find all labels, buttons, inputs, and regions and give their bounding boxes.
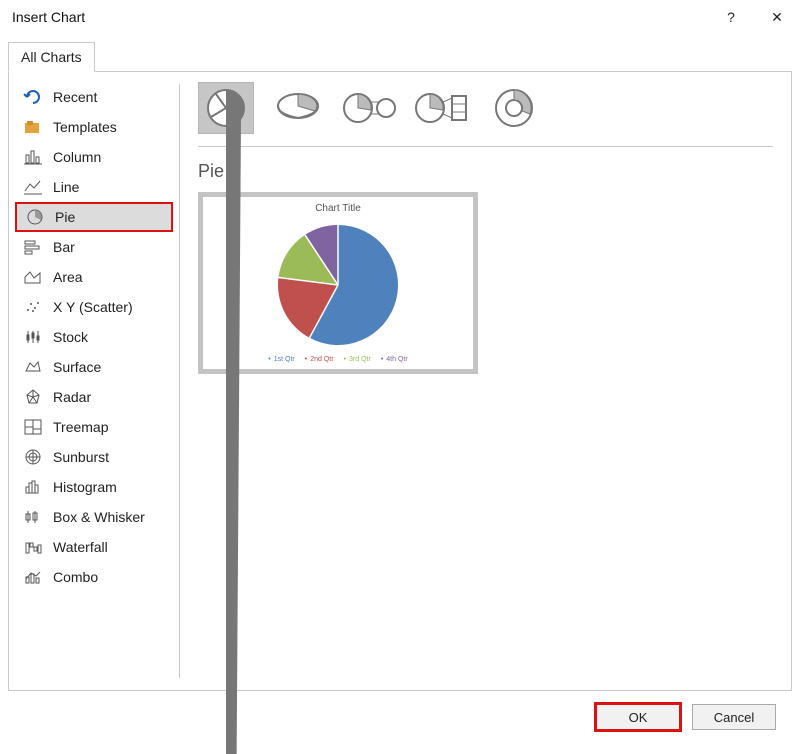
legend-item: 1st Qtr	[268, 356, 294, 363]
sidebar-item-column[interactable]: Column	[9, 142, 179, 172]
sidebar-item-label: Stock	[53, 329, 88, 345]
sidebar-item-label: Bar	[53, 239, 75, 255]
chart-preview-legend: 1st Qtr 2nd Qtr 3rd Qtr 4th Qtr	[268, 356, 407, 363]
subtype-pie[interactable]	[198, 82, 254, 134]
sidebar-item-label: Waterfall	[53, 539, 108, 555]
surface-icon	[23, 359, 43, 375]
subtype-3d-pie[interactable]	[270, 82, 326, 134]
window-title: Insert Chart	[12, 9, 85, 25]
sidebar-item-label: Combo	[53, 569, 98, 585]
pie-icon	[25, 208, 45, 226]
sidebar-item-histogram[interactable]: Histogram	[9, 472, 179, 502]
boxwhisker-icon	[23, 509, 43, 525]
sidebar-item-label: Column	[53, 149, 101, 165]
legend-item: 3rd Qtr	[344, 356, 371, 363]
chart-category-sidebar: Recent Templates Column Line Pie	[9, 72, 179, 690]
radar-icon	[23, 388, 43, 406]
bar-icon	[23, 239, 43, 255]
sidebar-item-label: Recent	[53, 89, 97, 105]
titlebar: Insert Chart ? ✕	[0, 0, 800, 34]
cancel-button[interactable]: Cancel	[692, 704, 776, 730]
subtype-doughnut[interactable]	[486, 82, 542, 134]
sidebar-item-waterfall[interactable]: Waterfall	[9, 532, 179, 562]
sunburst-icon	[23, 448, 43, 466]
tab-strip: All Charts	[0, 34, 800, 72]
sidebar-item-scatter[interactable]: X Y (Scatter)	[9, 292, 179, 322]
dialog-footer: OK Cancel	[0, 691, 800, 743]
sidebar-item-label: Line	[53, 179, 79, 195]
sidebar-item-bar[interactable]: Bar	[9, 232, 179, 262]
recent-icon	[23, 88, 43, 106]
tab-all-charts[interactable]: All Charts	[8, 42, 95, 72]
sidebar-item-stock[interactable]: Stock	[9, 322, 179, 352]
sidebar-item-label: Sunburst	[53, 449, 109, 465]
legend-item: 4th Qtr	[381, 356, 408, 363]
combo-icon	[23, 569, 43, 585]
sidebar-item-pie[interactable]: Pie	[15, 202, 173, 232]
area-icon	[23, 269, 43, 285]
sidebar-item-line[interactable]: Line	[9, 172, 179, 202]
close-button[interactable]: ✕	[754, 0, 800, 34]
sidebar-item-label: Area	[53, 269, 83, 285]
treemap-icon	[23, 419, 43, 435]
sidebar-item-area[interactable]: Area	[9, 262, 179, 292]
sidebar-item-templates[interactable]: Templates	[9, 112, 179, 142]
chart-subtype-row	[198, 82, 773, 147]
tab-body: Recent Templates Column Line Pie	[8, 71, 792, 691]
column-icon	[23, 149, 43, 165]
sidebar-item-radar[interactable]: Radar	[9, 382, 179, 412]
legend-item: 2nd Qtr	[305, 356, 334, 363]
subtype-bar-of-pie[interactable]	[414, 82, 470, 134]
help-button[interactable]: ?	[708, 0, 754, 34]
scatter-icon	[23, 299, 43, 315]
sidebar-item-label: Radar	[53, 389, 91, 405]
sidebar-item-label: X Y (Scatter)	[53, 299, 133, 315]
chart-main-panel: Pie Chart Title 1st Qtr 2nd Qtr 3rd	[180, 72, 791, 690]
waterfall-icon	[23, 539, 43, 555]
sidebar-item-recent[interactable]: Recent	[9, 82, 179, 112]
templates-icon	[23, 120, 43, 134]
sidebar-item-label: Pie	[55, 209, 75, 225]
sidebar-item-treemap[interactable]: Treemap	[9, 412, 179, 442]
sidebar-item-label: Surface	[53, 359, 101, 375]
ok-button[interactable]: OK	[596, 704, 680, 730]
sidebar-item-surface[interactable]: Surface	[9, 352, 179, 382]
sidebar-item-label: Templates	[53, 119, 117, 135]
sidebar-item-label: Histogram	[53, 479, 117, 495]
sidebar-item-label: Box & Whisker	[53, 509, 145, 525]
stock-icon	[23, 329, 43, 345]
chart-subtype-name: Pie	[198, 161, 773, 182]
sidebar-item-label: Treemap	[53, 419, 109, 435]
sidebar-item-boxwhisker[interactable]: Box & Whisker	[9, 502, 179, 532]
sidebar-item-combo[interactable]: Combo	[9, 562, 179, 592]
chart-preview-pie	[273, 220, 403, 350]
histogram-icon	[23, 479, 43, 495]
chart-preview-title: Chart Title	[315, 203, 361, 214]
line-icon	[23, 179, 43, 195]
subtype-pie-of-pie[interactable]	[342, 82, 398, 134]
sidebar-item-sunburst[interactable]: Sunburst	[9, 442, 179, 472]
